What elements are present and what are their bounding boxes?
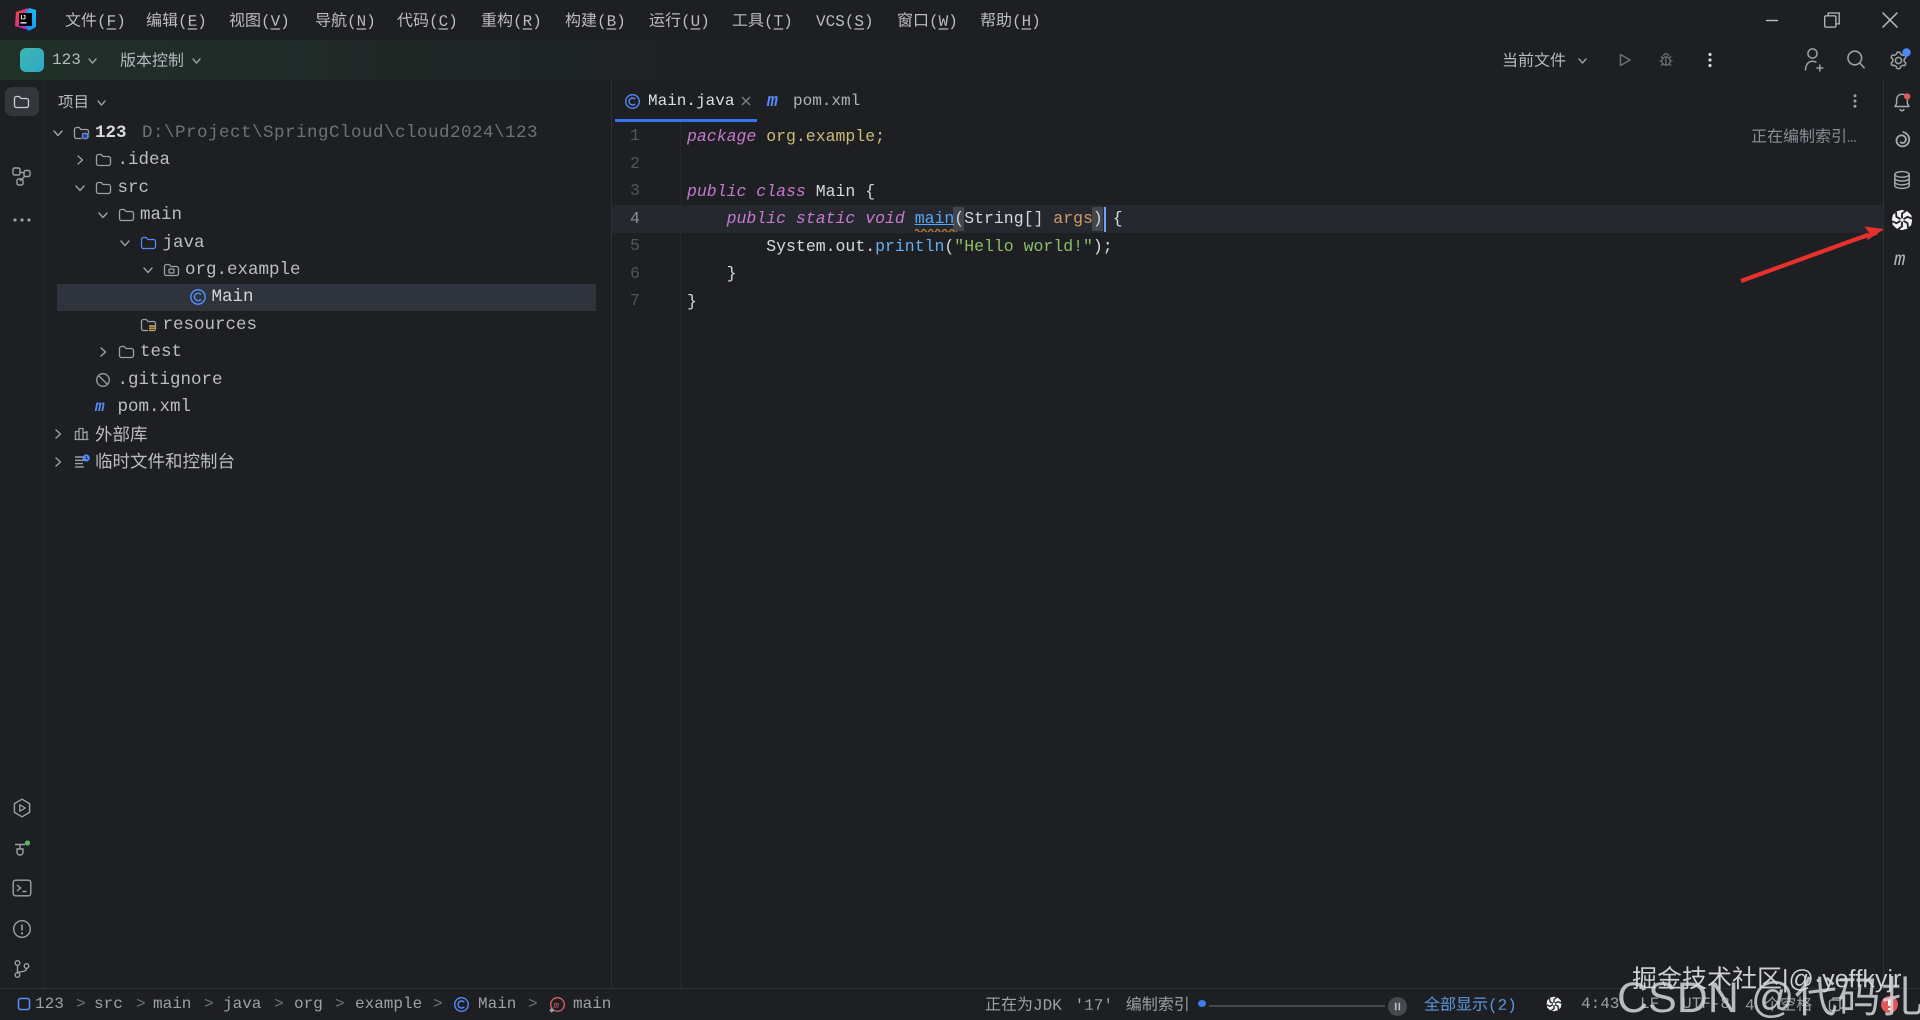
svg-text:m: m (554, 1001, 560, 1011)
svg-text:IJ: IJ (21, 15, 27, 22)
